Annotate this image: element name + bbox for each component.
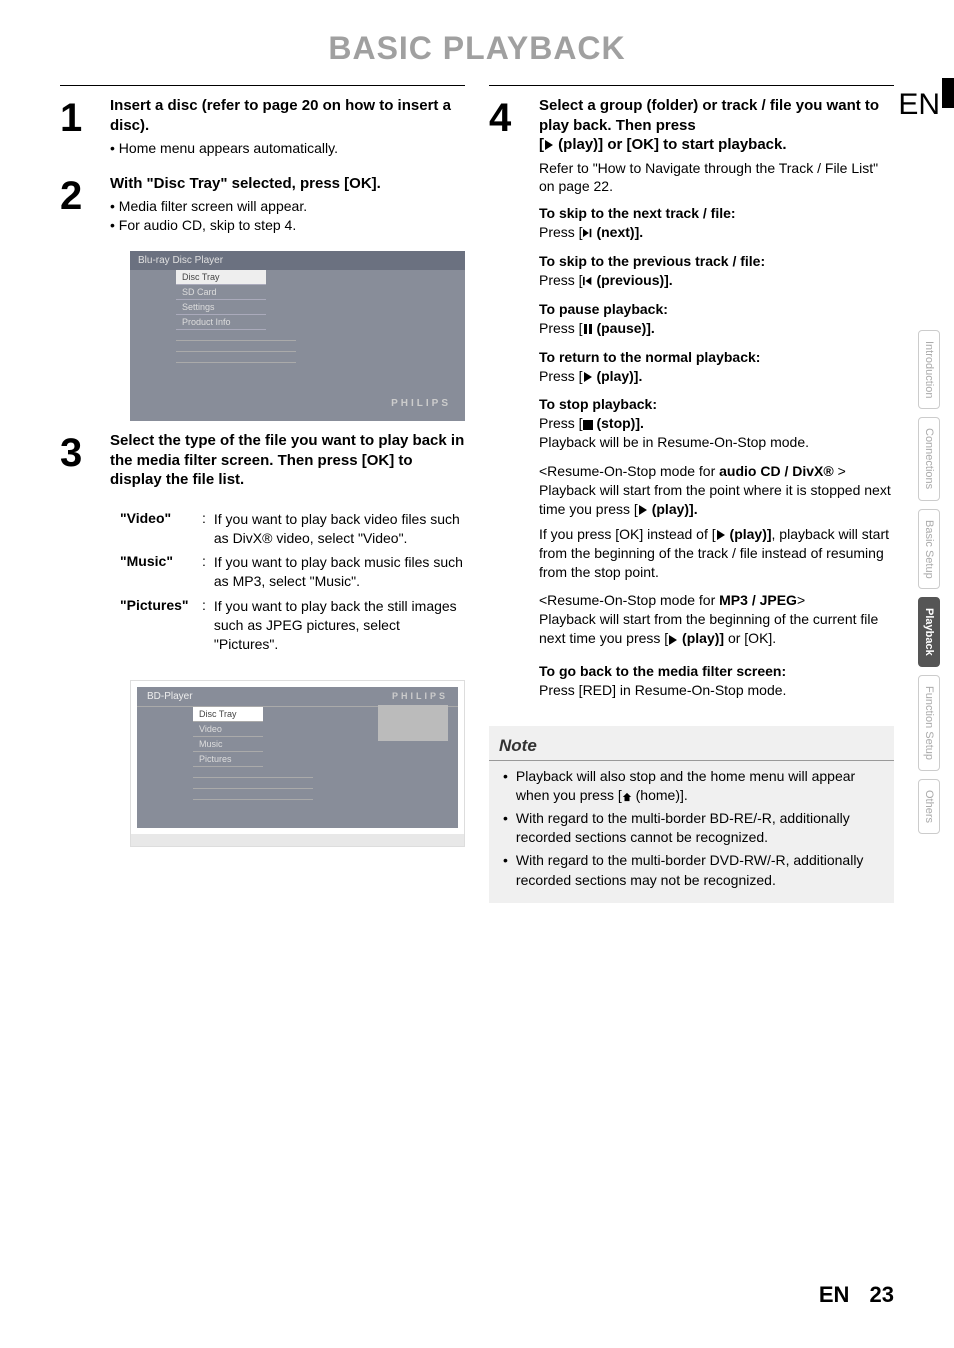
stop-icon (583, 420, 593, 430)
def-row: "Music":If you want to play back music f… (120, 553, 465, 597)
play-icon (583, 372, 593, 382)
mock-menu-item: Music (193, 737, 263, 752)
page-footer: EN 23 (819, 1282, 894, 1308)
def-term: "Music" (120, 553, 202, 597)
side-tabs: Introduction Connections Basic Setup Playba… (918, 330, 948, 842)
skip-next-text: Press [ (next)]. (539, 223, 894, 242)
def-separator: : (202, 510, 214, 554)
pause-heading: To pause playback: (539, 300, 894, 319)
philips-brand-text: PHILIPS (391, 398, 451, 409)
def-term: "Pictures" (120, 597, 202, 660)
skip-prev-heading: To skip to the previous track / file: (539, 252, 894, 271)
note-item: Playback will also stop and the home men… (503, 767, 880, 806)
ros-cd-text1: Playback will start from the point where… (539, 481, 894, 519)
mock-menu-item: Product Info (176, 315, 266, 330)
bullet-item: For audio CD, skip to step 4. (110, 216, 465, 235)
mock-menu-item: Pictures (193, 752, 263, 767)
left-column: 1 Insert a disc (refer to page 20 on how… (60, 85, 465, 903)
resume-heading: To return to the normal playback: (539, 348, 894, 367)
step-number: 4 (489, 96, 539, 710)
step-heading: With "Disc Tray" selected, press [OK]. (110, 174, 465, 194)
bd-player-mock: BD-Player PHILIPS Disc TrayVideoMusicPic… (130, 680, 465, 847)
step-3: 3 Select the type of the file you want t… (60, 431, 465, 494)
side-tab-connections[interactable]: Connections (918, 417, 940, 500)
skip-prev-text: Press [ (previous)]. (539, 271, 894, 290)
skip-next-heading: To skip to the next track / file: (539, 204, 894, 223)
mock-header-label: BD-Player (147, 691, 193, 702)
back-media-text: Press [RED] in Resume-On-Stop mode. (539, 681, 894, 700)
note-box: Note Playback will also stop and the hom… (489, 726, 894, 903)
prev-icon (583, 276, 593, 286)
step-2: 2 With "Disc Tray" selected, press [OK].… (60, 174, 465, 235)
pause-text: Press [ (pause)]. (539, 319, 894, 338)
page-title: BASIC PLAYBACK (0, 0, 954, 85)
play-icon (638, 505, 648, 515)
step-4: 4 Select a group (folder) or track / fil… (489, 96, 894, 710)
next-icon (583, 228, 593, 238)
def-description: If you want to play back music files suc… (214, 553, 465, 597)
step-number: 1 (60, 96, 110, 158)
mock-menu-item: Disc Tray (176, 270, 266, 285)
step-1: 1 Insert a disc (refer to page 20 on how… (60, 96, 465, 158)
mock-title: Blu-ray Disc Player (130, 251, 465, 270)
mock-menu-item: Settings (176, 300, 266, 315)
bullet-item: Home menu appears automatically. (110, 139, 465, 158)
mock-menu-item: Disc Tray (193, 707, 263, 722)
play-icon (544, 140, 554, 150)
bluray-player-mock: Blu-ray Disc Player Disc TraySD CardSett… (130, 251, 465, 421)
stop-note: Playback will be in Resume-On-Stop mode. (539, 433, 894, 452)
def-row: "Video":If you want to play back video f… (120, 510, 465, 554)
def-separator: : (202, 597, 214, 660)
right-column: 4 Select a group (folder) or track / fil… (489, 85, 894, 903)
stop-heading: To stop playback: (539, 395, 894, 414)
ros-mp3-heading: <Resume-On-Stop mode for MP3 / JPEG> (539, 591, 894, 610)
ros-cd-text2: If you press [OK] instead of [ (play)], … (539, 525, 894, 582)
def-separator: : (202, 553, 214, 597)
mock-menu-item: SD Card (176, 285, 266, 300)
philips-brand-text: PHILIPS (392, 691, 448, 702)
home-icon (622, 792, 632, 802)
stop-text: Press [ (stop)]. (539, 414, 894, 433)
step-number: 2 (60, 174, 110, 235)
side-tab-playback[interactable]: Playback (918, 597, 940, 667)
def-term: "Video" (120, 510, 202, 554)
bullet-item: Media filter screen will appear. (110, 197, 465, 216)
side-tab-function-setup[interactable]: Function Setup (918, 675, 940, 771)
footer-lang: EN (819, 1282, 850, 1307)
note-title: Note (489, 726, 894, 761)
note-item: With regard to the multi-border BD-RE/-R… (503, 809, 880, 848)
side-tab-others[interactable]: Others (918, 779, 940, 834)
side-tab-introduction[interactable]: Introduction (918, 330, 940, 409)
play-icon (668, 635, 678, 645)
step-heading: Select the type of the file you want to … (110, 431, 465, 490)
note-item: With regard to the multi-border DVD-RW/-… (503, 851, 880, 890)
footer-page-number: 23 (870, 1282, 894, 1307)
play-icon (716, 530, 726, 540)
file-type-definitions: "Video":If you want to play back video f… (120, 510, 465, 660)
def-row: "Pictures":If you want to play back the … (120, 597, 465, 660)
side-tab-basic-setup[interactable]: Basic Setup (918, 509, 940, 590)
def-description: If you want to play back video files suc… (214, 510, 465, 554)
def-description: If you want to play back the still image… (214, 597, 465, 660)
mock-menu-item: Video (193, 722, 263, 737)
ros-cd-heading: <Resume-On-Stop mode for audio CD / DivX… (539, 462, 894, 481)
pause-icon (583, 324, 593, 334)
ros-mp3-text: Playback will start from the beginning o… (539, 610, 894, 648)
resume-text: Press [ (play)]. (539, 367, 894, 386)
back-media-heading: To go back to the media filter screen: (539, 662, 894, 681)
refer-text: Refer to "How to Navigate through the Tr… (539, 159, 894, 197)
language-corner-badge: EN (898, 88, 940, 122)
step-number: 3 (60, 431, 110, 494)
step-heading: Insert a disc (refer to page 20 on how t… (110, 96, 465, 135)
step-heading: Select a group (folder) or track / file … (539, 96, 894, 155)
